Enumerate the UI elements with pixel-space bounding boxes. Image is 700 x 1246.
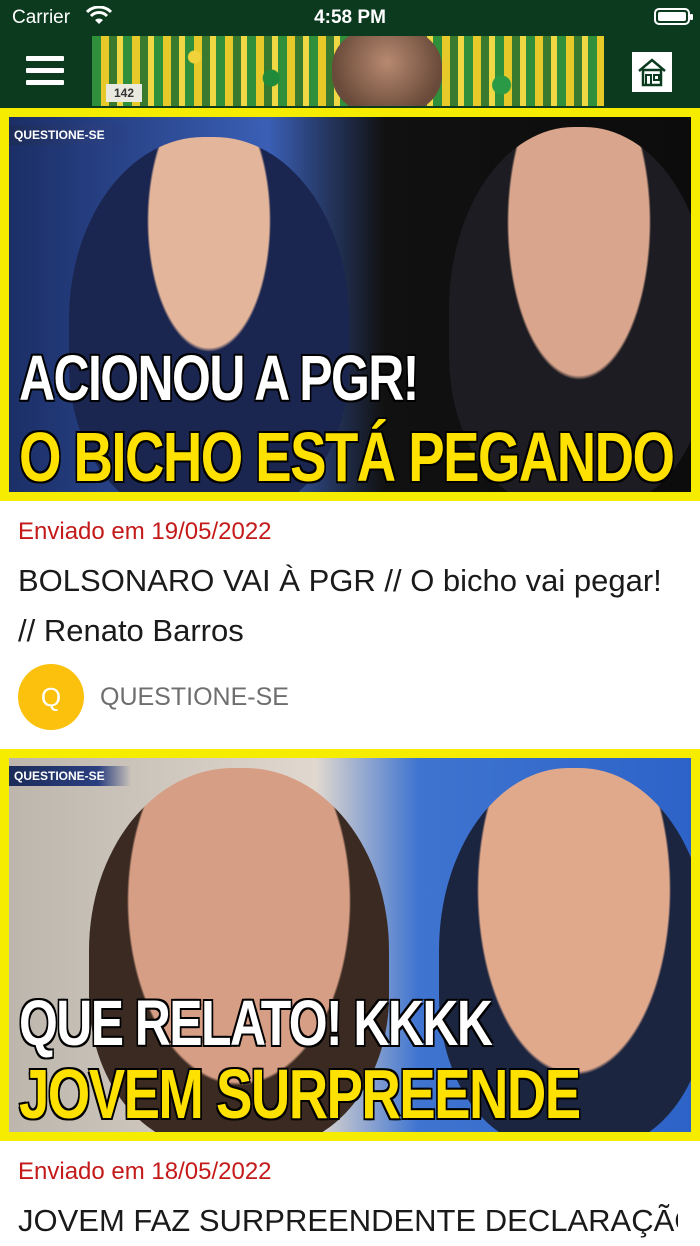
channel-tag: QUESTIONE-SE	[9, 766, 131, 786]
header-banner-image: 142	[92, 36, 604, 106]
banner-sign: 142	[106, 84, 142, 102]
post-title[interactable]: BOLSONARO VAI À PGR // O bicho vai pegar…	[18, 556, 678, 656]
thumbnail-headline-white: QUE RELATO! KKKK	[19, 987, 493, 1059]
author-name[interactable]: QUESTIONE-SE	[100, 683, 289, 712]
channel-tag: QUESTIONE-SE	[9, 125, 131, 145]
status-bar: Carrier 4:58 PM	[0, 0, 700, 36]
post-thumbnail[interactable]: QUESTIONE-SE QUE RELATO! KKKK JOVEM SURP…	[0, 749, 700, 1141]
post-date: Enviado em 18/05/2022	[18, 1158, 272, 1185]
clock: 4:58 PM	[314, 7, 386, 28]
author-avatar[interactable]: Q	[18, 664, 84, 730]
post-thumbnail[interactable]: QUESTIONE-SE ACIONOU A PGR! O BICHO ESTÁ…	[0, 108, 700, 501]
post-title[interactable]: JOVEM FAZ SURPREENDENTE DECLARAÇÃO	[18, 1196, 678, 1246]
post-date: Enviado em 19/05/2022	[18, 518, 272, 545]
thumbnail-headline-yellow: O BICHO ESTÁ PEGANDO	[19, 418, 675, 496]
thumbnail-headline-yellow: JOVEM SURPREENDE	[19, 1055, 581, 1133]
thumbnail-headline-white: ACIONOU A PGR!	[19, 342, 419, 414]
top-bar: Carrier 4:58 PM 142	[0, 0, 700, 108]
battery-icon	[654, 8, 693, 25]
home-icon[interactable]	[632, 52, 672, 92]
hamburger-menu-icon[interactable]	[26, 56, 66, 88]
